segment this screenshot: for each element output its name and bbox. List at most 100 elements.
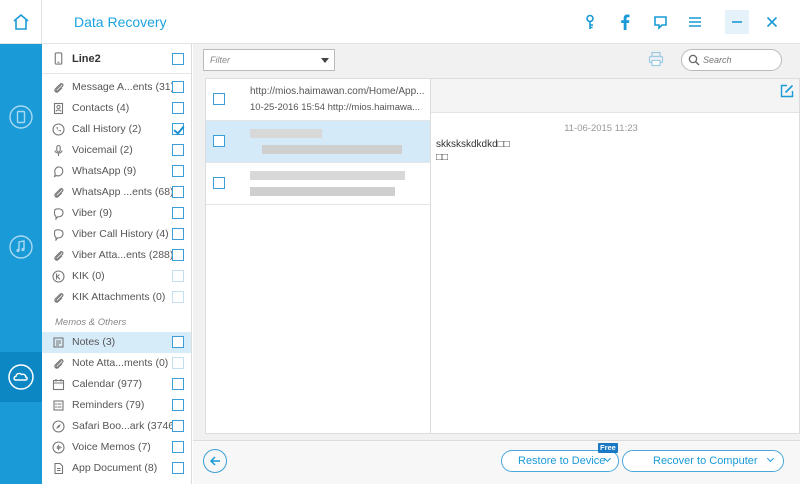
category-label: Viber Atta...ents (288): [72, 249, 174, 261]
key-icon: [586, 14, 594, 29]
category-checkbox[interactable]: [172, 144, 184, 156]
search-box[interactable]: [681, 49, 782, 71]
restore-label: Restore to Device: [518, 455, 606, 467]
category-item-contacts[interactable]: Contacts (4): [42, 98, 191, 119]
cloud-recover-icon: [8, 364, 34, 390]
category-checkbox: [172, 357, 184, 369]
minimize-icon: [732, 21, 742, 23]
feedback-button[interactable]: [648, 8, 672, 36]
menu-button[interactable]: [683, 8, 707, 36]
category-item-calendar[interactable]: Calendar (977): [42, 374, 191, 395]
category-checkbox[interactable]: [172, 123, 184, 135]
category-label: Call History (2): [72, 123, 142, 135]
calendar-icon: [52, 379, 65, 391]
category-checkbox[interactable]: [172, 102, 184, 114]
category-item-kik-attachments[interactable]: KIK Attachments (0): [42, 287, 191, 308]
main-panel: Filter http://mios.haimawan.com/Home/App…: [193, 44, 800, 484]
category-checkbox[interactable]: [172, 462, 184, 474]
phone-icon: [54, 52, 63, 65]
category-label: WhatsApp (9): [72, 165, 137, 177]
paperclip-icon: [54, 83, 64, 93]
facebook-button[interactable]: [613, 8, 637, 36]
item-subtitle: 10-25-2016 15:54 http://mios.haimawa...: [250, 102, 421, 113]
category-checkbox[interactable]: [172, 441, 184, 453]
minimize-button[interactable]: [725, 10, 749, 34]
category-checkbox[interactable]: [172, 186, 184, 198]
category-item-call-history[interactable]: Call History (2): [42, 119, 191, 140]
phone-recover-icon: [9, 105, 33, 129]
restore-to-device-button[interactable]: Restore to Device: [501, 450, 619, 472]
detail-pane: 11-06-2015 11:23 skkskskdkdkd□□ □□: [431, 78, 800, 434]
recover-from-device-button[interactable]: [0, 92, 42, 142]
printer-icon: [648, 51, 664, 67]
category-item-app-document[interactable]: App Document (8): [42, 458, 191, 479]
search-input[interactable]: [703, 53, 777, 67]
category-item-kik[interactable]: KIK (0): [42, 266, 191, 287]
category-checkbox[interactable]: [172, 420, 184, 432]
category-label: Safari Boo...ark (3746): [72, 420, 178, 432]
recover-from-icloud-button[interactable]: [0, 352, 42, 402]
category-item-voice-memos[interactable]: Voice Memos (7): [42, 437, 191, 458]
category-panel: Line2 Message A...ents (31) Contacts (4) C…: [42, 44, 192, 484]
document-icon: [54, 462, 64, 475]
category-item-message-a-ents[interactable]: Message A...ents (31): [42, 77, 191, 98]
category-label: Voice Memos (7): [72, 441, 151, 453]
facebook-icon: [621, 14, 630, 30]
category-checkbox[interactable]: [172, 207, 184, 219]
recover-from-itunes-button[interactable]: [0, 222, 42, 272]
category-label: Contacts (4): [72, 102, 130, 114]
reminders-icon: [53, 400, 64, 411]
category-item-note-atta-ments[interactable]: Note Atta...ments (0): [42, 353, 191, 374]
memos-section-title: Memos & Others: [55, 317, 127, 328]
chat-bubble-icon: [653, 15, 667, 30]
filter-dropdown[interactable]: Filter: [203, 49, 335, 71]
recover-to-computer-button[interactable]: Recover to Computer: [622, 450, 784, 472]
category-item-notes[interactable]: Notes (3): [42, 332, 191, 353]
device-checkbox[interactable]: [172, 53, 184, 65]
category-item-reminders[interactable]: Reminders (79): [42, 395, 191, 416]
paperclip-icon: [54, 188, 64, 198]
home-button[interactable]: [0, 0, 42, 44]
category-item-viber-atta-ents[interactable]: Viber Atta...ents (288): [42, 245, 191, 266]
item-checkbox[interactable]: [213, 135, 225, 147]
app-window: Data Recovery Line2 Message A...ents (31…: [0, 0, 800, 484]
hamburger-menu-icon: [689, 17, 701, 27]
category-item-voicemail[interactable]: Voicemail (2): [42, 140, 191, 161]
category-label: Calendar (977): [72, 378, 143, 390]
item-list: http://mios.haimawan.com/Home/App... 10-…: [205, 78, 431, 434]
list-item[interactable]: [206, 121, 430, 163]
back-button[interactable]: [203, 449, 227, 473]
category-checkbox[interactable]: [172, 336, 184, 348]
key-button[interactable]: [578, 8, 602, 36]
category-checkbox[interactable]: [172, 378, 184, 390]
category-item-viber[interactable]: Viber (9): [42, 203, 191, 224]
footer-bar: Restore to Device Free Recover to Comput…: [193, 440, 800, 484]
item-checkbox[interactable]: [213, 93, 225, 105]
category-scrollbar[interactable]: [191, 44, 192, 484]
category-checkbox[interactable]: [172, 249, 184, 261]
category-checkbox[interactable]: [172, 228, 184, 240]
category-label: Viber (9): [72, 207, 113, 219]
category-checkbox[interactable]: [172, 81, 184, 93]
category-item-safari-boo-ark[interactable]: Safari Boo...ark (3746): [42, 416, 191, 437]
category-label: Reminders (79): [72, 399, 145, 411]
microphone-icon: [54, 144, 63, 156]
device-row[interactable]: Line2: [42, 44, 191, 74]
edit-button[interactable]: [780, 84, 794, 98]
home-icon: [12, 13, 29, 30]
category-item-whatsapp[interactable]: WhatsApp (9): [42, 161, 191, 182]
item-checkbox[interactable]: [213, 177, 225, 189]
print-button[interactable]: [648, 51, 666, 69]
category-label: KIK Attachments (0): [72, 291, 166, 303]
close-button[interactable]: [760, 8, 784, 36]
filter-value: Filter: [210, 55, 230, 65]
category-checkbox[interactable]: [172, 165, 184, 177]
app-title: Data Recovery: [74, 14, 167, 30]
category-item-whatsapp-ents[interactable]: WhatsApp ...ents (68): [42, 182, 191, 203]
list-item[interactable]: [206, 163, 430, 205]
redacted-text: [262, 145, 402, 154]
list-item[interactable]: http://mios.haimawan.com/Home/App... 10-…: [206, 79, 430, 121]
category-item-viber-call-history[interactable]: Viber Call History (4): [42, 224, 191, 245]
category-checkbox[interactable]: [172, 399, 184, 411]
redacted-text: [250, 171, 405, 180]
